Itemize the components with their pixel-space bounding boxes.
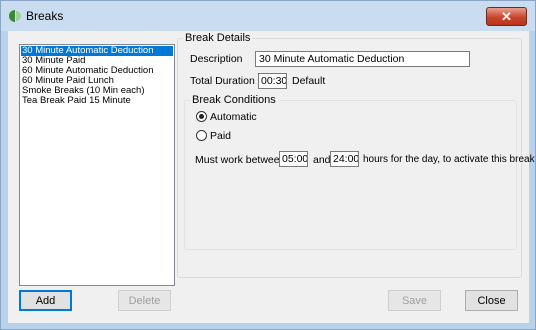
close-window-button[interactable]: ✕ <box>486 7 527 26</box>
break-conditions-label: Break Conditions <box>190 94 278 106</box>
work-from-field[interactable]: 05:00 <box>279 151 308 167</box>
automatic-label[interactable]: Automatic <box>210 111 257 123</box>
close-icon: ✕ <box>501 8 512 24</box>
title-bar[interactable]: Breaks ✕ <box>1 1 535 31</box>
and-label: and <box>313 154 331 166</box>
activation-note: hours for the day, to activate this brea… <box>363 154 535 165</box>
app-icon <box>9 10 21 22</box>
close-button[interactable]: Close <box>465 290 518 311</box>
total-duration-field[interactable]: 00:30 <box>258 73 287 89</box>
breaks-window: Breaks ✕ 30 Minute Automatic Deduction 3… <box>0 0 536 330</box>
breaks-listbox[interactable]: 30 Minute Automatic Deduction 30 Minute … <box>19 44 175 286</box>
dialog-body: 30 Minute Automatic Deduction 30 Minute … <box>8 31 535 323</box>
list-item[interactable]: Tea Break Paid 15 Minute <box>21 96 173 106</box>
description-label: Description <box>190 53 243 65</box>
save-button[interactable]: Save <box>388 290 441 311</box>
delete-button[interactable]: Delete <box>118 290 171 311</box>
must-work-label: Must work between <box>195 154 286 166</box>
break-details-label: Break Details <box>183 32 253 44</box>
add-button[interactable]: Add <box>19 290 72 311</box>
total-duration-label: Total Duration <box>190 75 255 87</box>
paid-radio[interactable] <box>196 130 207 141</box>
work-to-field[interactable]: 24:00 <box>330 151 359 167</box>
description-field[interactable]: 30 Minute Automatic Deduction <box>255 51 470 67</box>
default-label: Default <box>292 75 326 87</box>
automatic-radio[interactable] <box>196 111 207 122</box>
window-title: Breaks <box>26 9 64 23</box>
paid-label[interactable]: Paid <box>210 130 231 142</box>
